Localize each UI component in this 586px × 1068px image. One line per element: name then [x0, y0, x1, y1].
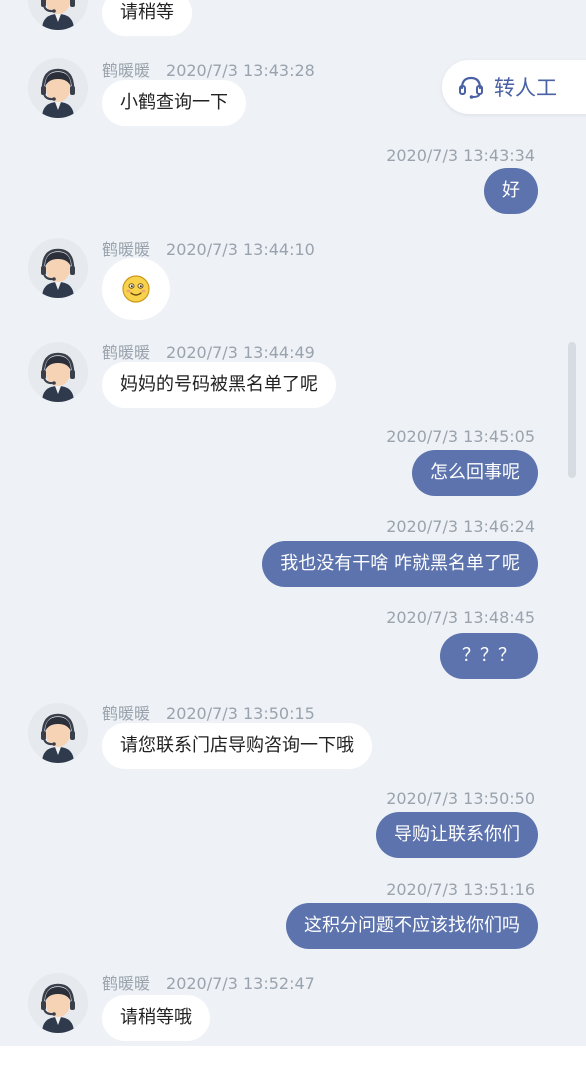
agent-avatar — [28, 238, 88, 298]
message-text: 导购让联系你们 — [394, 824, 520, 845]
transfer-to-human-button[interactable]: 转人工 — [442, 60, 586, 114]
message-text: 妈妈的号码被黑名单了呢 — [120, 374, 318, 395]
message-meta: 鹤暖暖 2020/7/3 13:52:47 — [102, 970, 315, 994]
message-text: 怎么回事呢 — [430, 462, 520, 483]
outgoing-message-bubble[interactable]: 怎么回事呢 — [412, 450, 538, 496]
message-timestamp: 2020/7/3 13:50:15 — [166, 704, 315, 723]
outgoing-message-bubble[interactable]: ？？？ — [440, 633, 538, 679]
incoming-message-bubble[interactable]: 请您联系门店导购咨询一下哦 — [102, 723, 372, 769]
message-timestamp: 2020/7/3 13:44:10 — [166, 240, 315, 259]
message-text: 请稍等哦 — [120, 1007, 192, 1028]
transfer-button-label: 转人工 — [494, 76, 557, 100]
outgoing-message-bubble[interactable]: 好 — [484, 168, 538, 214]
message-timestamp: 2020/7/3 13:50:50 — [386, 789, 535, 808]
sender-name: 鹤暖暖 — [102, 974, 151, 993]
agent-avatar — [28, 703, 88, 763]
message-timestamp: 2020/7/3 13:52:47 — [166, 974, 315, 993]
incoming-message-bubble[interactable]: 请稍等哦 — [102, 995, 210, 1041]
message-meta: 鹤暖暖 2020/7/3 13:44:49 — [102, 339, 315, 363]
scrollbar-thumb[interactable] — [568, 342, 576, 478]
smiling-face-emoji-icon — [122, 275, 150, 303]
sender-name: 鹤暖暖 — [102, 343, 151, 362]
message-text: 这积分问题不应该找你们吗 — [304, 915, 520, 936]
incoming-message-bubble[interactable]: 妈妈的号码被黑名单了呢 — [102, 362, 336, 408]
message-meta: 鹤暖暖 2020/7/3 13:50:15 — [102, 700, 315, 724]
message-timestamp: 2020/7/3 13:43:28 — [166, 61, 315, 80]
message-timestamp: 2020/7/3 13:45:05 — [386, 427, 535, 446]
sender-name: 鹤暖暖 — [102, 240, 151, 259]
outgoing-message-bubble[interactable]: 导购让联系你们 — [376, 812, 538, 858]
message-text: 小鹤查询一下 — [120, 92, 228, 113]
sender-name: 鹤暖暖 — [102, 704, 151, 723]
agent-avatar-icon — [28, 0, 88, 30]
bottom-panel — [0, 1046, 586, 1068]
agent-avatar — [28, 0, 88, 30]
agent-avatar-icon — [28, 342, 88, 402]
agent-avatar — [28, 58, 88, 118]
message-text: 请稍等 — [120, 2, 174, 23]
message-timestamp: 2020/7/3 13:44:49 — [166, 343, 315, 362]
outgoing-message-bubble[interactable]: 这积分问题不应该找你们吗 — [286, 903, 538, 949]
message-meta: 鹤暖暖 2020/7/3 13:44:10 — [102, 236, 315, 260]
agent-avatar — [28, 342, 88, 402]
headset-icon — [459, 76, 483, 99]
incoming-message-bubble[interactable]: 小鹤查询一下 — [102, 80, 246, 126]
message-timestamp: 2020/7/3 13:51:16 — [386, 880, 535, 899]
incoming-emoji-bubble[interactable] — [102, 258, 170, 320]
message-text: ？？？ — [462, 645, 516, 666]
sender-name: 鹤暖暖 — [102, 61, 151, 80]
agent-avatar — [28, 973, 88, 1033]
message-timestamp: 2020/7/3 13:43:34 — [386, 146, 535, 165]
agent-avatar-icon — [28, 58, 88, 118]
incoming-message-bubble[interactable]: 请稍等 — [102, 0, 192, 36]
message-text: 请您联系门店导购咨询一下哦 — [120, 735, 354, 756]
message-timestamp: 2020/7/3 13:48:45 — [386, 608, 535, 627]
agent-avatar-icon — [28, 973, 88, 1033]
agent-avatar-icon — [28, 238, 88, 298]
message-text: 好 — [502, 180, 520, 201]
message-text: 我也没有干啥 咋就黑名单了呢 — [280, 553, 520, 574]
outgoing-message-bubble[interactable]: 我也没有干啥 咋就黑名单了呢 — [262, 541, 538, 587]
message-meta: 鹤暖暖 2020/7/3 13:43:28 — [102, 57, 315, 81]
agent-avatar-icon — [28, 703, 88, 763]
chat-message-area[interactable]: 请稍等 鹤暖暖 2020/7/3 13:43:28 小鹤查询一下 2020/7/3… — [0, 0, 586, 1046]
message-timestamp: 2020/7/3 13:46:24 — [386, 517, 535, 536]
